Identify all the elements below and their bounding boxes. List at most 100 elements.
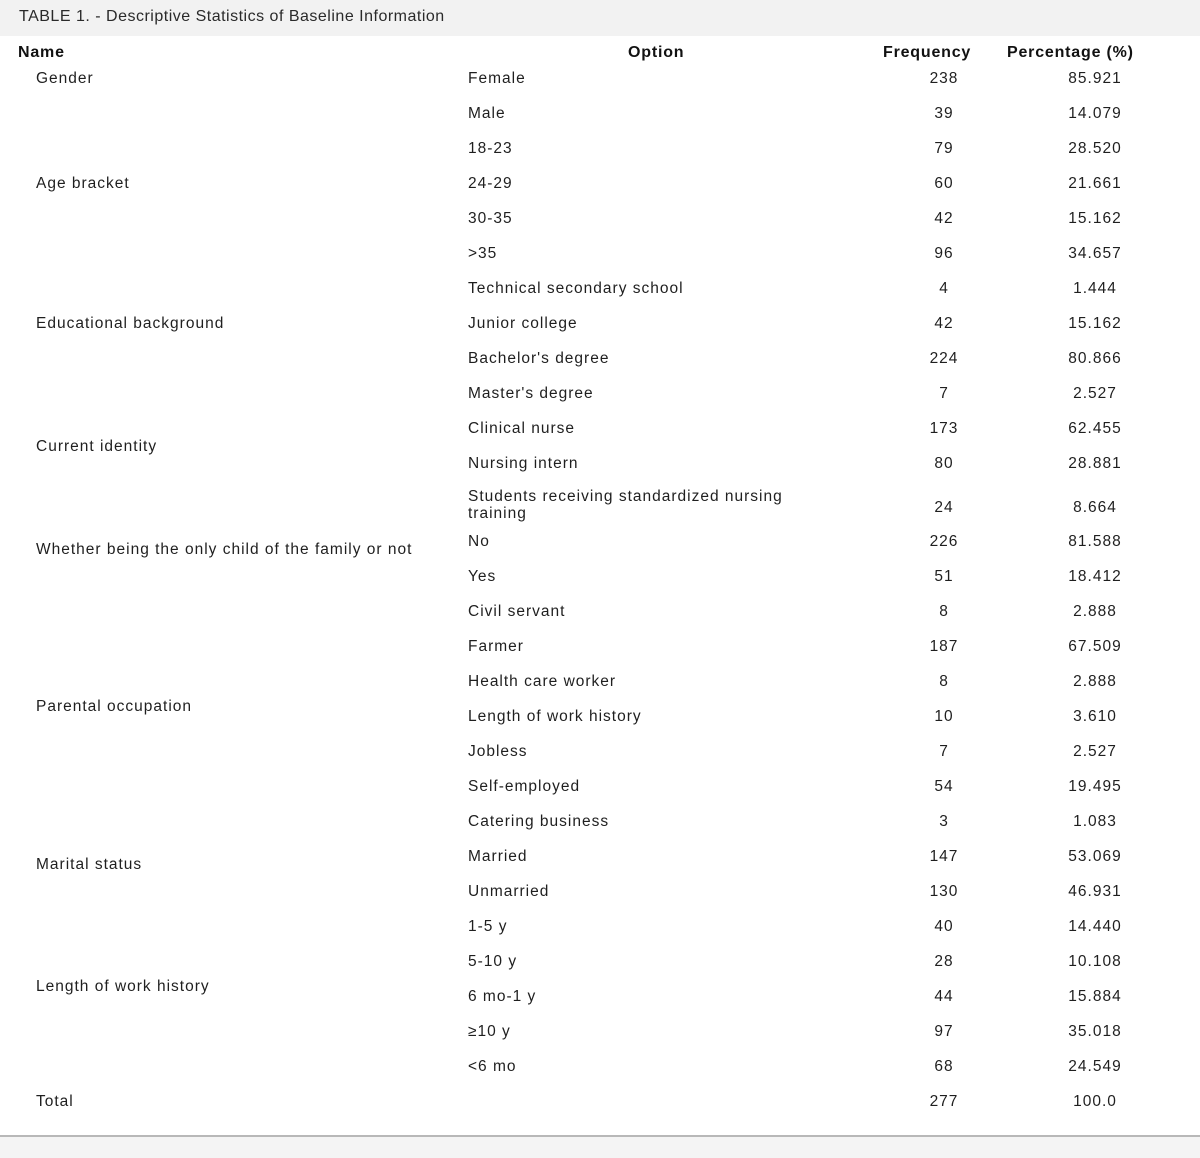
row-frequency: 187 [929, 638, 959, 655]
row-group-name: Current identity [36, 438, 158, 455]
row-frequency: 51 [934, 568, 954, 585]
row-percentage: 15.162 [1068, 210, 1122, 227]
table-title: TABLE 1. - Descriptive Statistics of Bas… [19, 8, 445, 25]
row-percentage: 19.495 [1068, 778, 1122, 795]
row-group-name: Parental occupation [36, 698, 193, 715]
row-percentage: 62.455 [1068, 420, 1122, 437]
row-percentage: 2.888 [1073, 603, 1117, 620]
row-option: Bachelor's degree [468, 350, 610, 367]
row-percentage: 15.162 [1068, 315, 1122, 332]
row-frequency: 40 [934, 918, 954, 935]
row-option: Health care worker [468, 673, 617, 690]
row-frequency: 54 [934, 778, 954, 795]
row-frequency: 224 [929, 350, 959, 367]
row-frequency: 42 [934, 315, 954, 332]
row-percentage: 2.527 [1073, 385, 1117, 402]
row-percentage: 35.018 [1068, 1023, 1122, 1040]
row-percentage: 14.440 [1068, 918, 1122, 935]
row-frequency: 44 [934, 988, 954, 1005]
row-percentage: 21.661 [1068, 175, 1122, 192]
row-option: No [468, 533, 490, 550]
row-group-name: Gender [36, 70, 94, 87]
row-percentage: 46.931 [1068, 883, 1122, 900]
header-frequency: Frequency [883, 44, 972, 61]
row-option: Nursing intern [468, 455, 579, 472]
row-option: Students receiving standardized nursing … [468, 488, 783, 522]
total-label: Total [36, 1093, 74, 1110]
header-percentage: Percentage (%) [1007, 44, 1134, 61]
row-option: 18-23 [468, 140, 513, 157]
row-frequency: 238 [929, 70, 959, 87]
row-option: Junior college [468, 315, 578, 332]
row-frequency: 173 [929, 420, 959, 437]
row-frequency: 8 [939, 673, 949, 690]
row-frequency: 226 [929, 533, 959, 550]
row-percentage: 28.881 [1068, 455, 1122, 472]
row-frequency: 10 [934, 708, 954, 725]
row-frequency: 28 [934, 953, 954, 970]
row-percentage: 28.520 [1068, 140, 1122, 157]
row-option: Length of work history [468, 708, 642, 725]
row-group-name: Age bracket [36, 175, 130, 192]
row-percentage: 2.888 [1073, 673, 1117, 690]
row-percentage: 15.884 [1068, 988, 1122, 1005]
row-frequency: 80 [934, 455, 954, 472]
row-percentage: 18.412 [1068, 568, 1122, 585]
row-option: Civil servant [468, 603, 566, 620]
row-option: Unmarried [468, 883, 550, 900]
row-frequency: 24 [934, 499, 954, 516]
row-percentage: 67.509 [1068, 638, 1122, 655]
row-option: Female [468, 70, 526, 87]
row-frequency: 39 [934, 105, 954, 122]
row-percentage: 34.657 [1068, 245, 1122, 262]
row-group-name: Whether being the only child of the fami… [36, 541, 413, 558]
row-option: Male [468, 105, 506, 122]
row-frequency: 7 [939, 385, 949, 402]
row-frequency: 42 [934, 210, 954, 227]
table-footer [0, 1137, 1200, 1158]
row-frequency: 68 [934, 1058, 954, 1075]
row-percentage: 8.664 [1073, 499, 1117, 516]
row-frequency: 60 [934, 175, 954, 192]
row-option: ≥10 y [468, 1023, 511, 1040]
row-option: Yes [468, 568, 497, 585]
row-option: Master's degree [468, 385, 594, 402]
row-frequency: 8 [939, 603, 949, 620]
row-frequency: 79 [934, 140, 954, 157]
row-option: Farmer [468, 638, 524, 655]
row-option: Self-employed [468, 778, 581, 795]
row-option: Catering business [468, 813, 610, 830]
header-option: Option [628, 44, 685, 61]
row-percentage: 10.108 [1068, 953, 1122, 970]
row-frequency: 7 [939, 743, 949, 760]
row-group-name: Educational background [36, 315, 225, 332]
row-option: 30-35 [468, 210, 513, 227]
total-frequency: 277 [929, 1093, 959, 1110]
row-percentage: 81.588 [1068, 533, 1122, 550]
row-percentage: 2.527 [1073, 743, 1117, 760]
row-option: Clinical nurse [468, 420, 576, 437]
row-percentage: 85.921 [1068, 70, 1122, 87]
row-option: 6 mo-1 y [468, 988, 537, 1005]
row-option: Technical secondary school [468, 280, 684, 297]
row-option: Jobless [468, 743, 528, 760]
row-group-name: Marital status [36, 856, 143, 873]
row-percentage: 80.866 [1068, 350, 1122, 367]
header-name: Name [18, 44, 65, 61]
row-option: 24-29 [468, 175, 513, 192]
row-option: Married [468, 848, 528, 865]
table-caption-bar: TABLE 1. - Descriptive Statistics of Bas… [0, 0, 1200, 36]
row-frequency: 97 [934, 1023, 954, 1040]
row-percentage: 1.083 [1073, 813, 1117, 830]
row-option: 5-10 y [468, 953, 518, 970]
row-frequency: 3 [939, 813, 949, 830]
row-option: >35 [468, 245, 498, 262]
row-percentage: 3.610 [1073, 708, 1117, 725]
total-percentage: 100.0 [1073, 1093, 1117, 1110]
row-percentage: 1.444 [1073, 280, 1117, 297]
row-percentage: 24.549 [1068, 1058, 1122, 1075]
row-percentage: 53.069 [1068, 848, 1122, 865]
row-frequency: 147 [929, 848, 959, 865]
row-frequency: 4 [939, 280, 949, 297]
row-percentage: 14.079 [1068, 105, 1122, 122]
